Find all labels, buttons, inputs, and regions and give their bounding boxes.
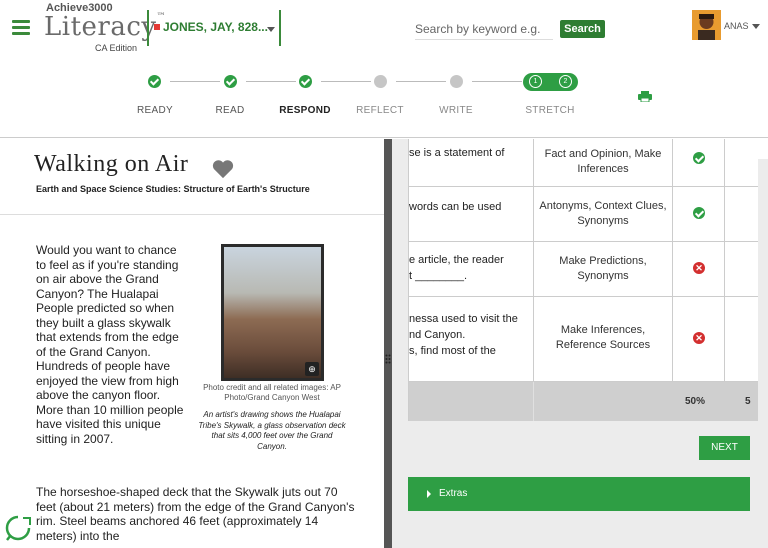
divider-line bbox=[279, 10, 281, 46]
skills-cell: Antonyms, Context Clues, Synonyms bbox=[533, 187, 672, 242]
app-header: Achieve3000 Literacy™ CA Edition JONES, … bbox=[0, 0, 768, 138]
skills-cell: Make Inferences, Reference Sources bbox=[533, 297, 672, 382]
check-icon bbox=[693, 207, 705, 219]
drag-handle-icon[interactable] bbox=[385, 351, 391, 364]
user-name[interactable]: ANAS bbox=[724, 21, 749, 31]
stretch-sub-1[interactable]: 1 bbox=[529, 75, 542, 88]
extras-toggle[interactable]: Extras bbox=[408, 477, 750, 511]
step-stretch-pill[interactable]: 1 2 bbox=[523, 73, 578, 91]
student-selector[interactable]: JONES, JAY, 828... bbox=[163, 20, 268, 34]
question-text: e article, the reader bbox=[409, 254, 504, 266]
result-cell bbox=[672, 139, 724, 187]
step-label-reflect[interactable]: REFLECT bbox=[350, 105, 410, 116]
check-icon bbox=[693, 152, 705, 164]
question-text: t ________. bbox=[409, 270, 468, 282]
search-button[interactable]: Search bbox=[560, 20, 605, 38]
step-write-dot[interactable] bbox=[450, 75, 463, 88]
article-photo[interactable]: ⊕ bbox=[221, 244, 324, 381]
result-cell bbox=[724, 242, 758, 297]
scrollbar[interactable] bbox=[752, 139, 768, 159]
article-paragraph: The horseshoe-shaped deck that the Skywa… bbox=[36, 485, 355, 543]
photo-credit: Photo credit and all related images: AP … bbox=[203, 383, 341, 402]
menu-icon[interactable] bbox=[12, 20, 30, 35]
totals-row: 50% 5 bbox=[409, 382, 758, 421]
next-button[interactable]: NEXT bbox=[699, 436, 750, 460]
logo-text: Literacy bbox=[44, 12, 157, 42]
extras-label: Extras bbox=[439, 488, 468, 499]
totals-cell bbox=[533, 382, 672, 421]
x-icon: ✕ bbox=[693, 332, 705, 344]
edition-label: CA Edition bbox=[95, 43, 138, 53]
step-connector bbox=[396, 81, 446, 82]
step-connector bbox=[472, 81, 522, 82]
result-cell bbox=[724, 187, 758, 242]
result-cell: ✕ bbox=[672, 242, 724, 297]
heart-icon[interactable] bbox=[212, 159, 234, 179]
result-cell bbox=[724, 297, 758, 382]
results-table: se is a statement of Fact and Opinion, M… bbox=[408, 139, 758, 421]
step-label-write[interactable]: WRITE bbox=[426, 105, 486, 116]
skills-cell: Fact and Opinion, Make Inferences bbox=[533, 139, 672, 187]
step-ready-check-icon[interactable] bbox=[148, 75, 161, 88]
table-row: words can be used Antonyms, Context Clue… bbox=[409, 187, 758, 242]
table-row: nessa used to visit the nd Canyon. s, fi… bbox=[409, 297, 758, 382]
pane-divider[interactable] bbox=[384, 139, 392, 548]
step-label-read[interactable]: READ bbox=[200, 105, 260, 116]
search-input[interactable]: Search by keyword e.g. bbox=[415, 18, 553, 40]
x-icon: ✕ bbox=[693, 262, 705, 274]
article-pane: Walking on Air Earth and Space Science S… bbox=[0, 139, 385, 548]
chevron-down-icon[interactable] bbox=[752, 24, 760, 29]
caret-right-icon bbox=[427, 490, 431, 498]
table-row: e article, the reader t ________. Make P… bbox=[409, 242, 758, 297]
divider bbox=[0, 214, 385, 215]
table-row: se is a statement of Fact and Opinion, M… bbox=[409, 139, 758, 187]
step-connector bbox=[170, 81, 220, 82]
question-text: nd Canyon. bbox=[409, 329, 466, 341]
avatar[interactable] bbox=[692, 10, 721, 40]
article-paragraph: Would you want to chance to feel as if y… bbox=[36, 243, 184, 446]
divider-line bbox=[147, 10, 149, 46]
question-text: s, find most of the bbox=[409, 345, 496, 357]
comment-icon[interactable] bbox=[3, 514, 33, 544]
step-respond-check-icon[interactable] bbox=[299, 75, 312, 88]
step-connector bbox=[321, 81, 371, 82]
status-indicator bbox=[154, 24, 160, 30]
step-label-respond[interactable]: RESPOND bbox=[275, 105, 335, 116]
printer-icon[interactable] bbox=[638, 89, 652, 103]
result-cell: ✕ bbox=[672, 297, 724, 382]
score-percent: 5 bbox=[745, 396, 751, 407]
question-text: nessa used to visit the bbox=[409, 313, 518, 325]
question-text: se is a statement of bbox=[409, 147, 505, 159]
stretch-sub-2[interactable]: 2 bbox=[559, 75, 572, 88]
result-cell bbox=[672, 187, 724, 242]
score-percent: 50% bbox=[685, 396, 706, 407]
zoom-icon[interactable]: ⊕ bbox=[305, 362, 319, 376]
chevron-down-icon[interactable] bbox=[267, 27, 275, 32]
step-read-check-icon[interactable] bbox=[224, 75, 237, 88]
step-connector bbox=[246, 81, 296, 82]
question-text: words can be used bbox=[409, 201, 502, 213]
step-reflect-dot[interactable] bbox=[374, 75, 387, 88]
skills-cell: Make Predictions, Synonyms bbox=[533, 242, 672, 297]
photo-caption: An artist's drawing shows the Hualapai T… bbox=[198, 410, 346, 451]
step-label-ready[interactable]: READY bbox=[125, 105, 185, 116]
article-title: Walking on Air bbox=[34, 151, 189, 177]
article-subtitle: Earth and Space Science Studies: Structu… bbox=[36, 184, 310, 194]
step-label-stretch[interactable]: STRETCH bbox=[520, 105, 580, 116]
photo-image: ⊕ bbox=[224, 247, 321, 378]
